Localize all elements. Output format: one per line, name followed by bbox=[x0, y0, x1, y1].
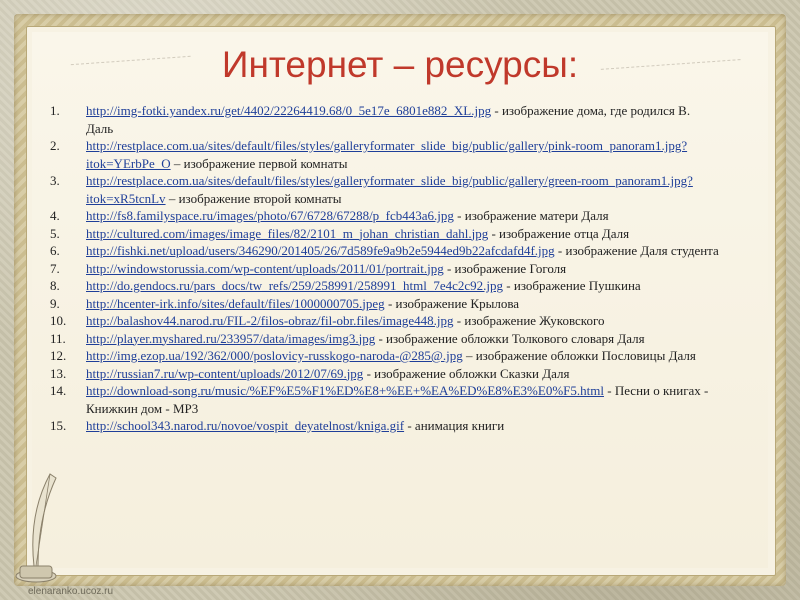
resource-link[interactable]: http://windowstorussia.com/wp-content/up… bbox=[86, 261, 444, 276]
resource-link[interactable]: http://player.myshared.ru/233957/data/im… bbox=[86, 331, 375, 346]
resource-description: – изображение обложки Пословицы Даля bbox=[462, 348, 696, 363]
list-number: 10. bbox=[50, 313, 67, 328]
list-number: 7. bbox=[50, 260, 60, 276]
resource-link[interactable]: http://do.gendocs.ru/pars_docs/tw_refs/2… bbox=[86, 278, 503, 293]
list-item: 4. http://fs8.familyspace.ru/images/photo… bbox=[50, 207, 720, 225]
list-number: 9. bbox=[50, 295, 60, 311]
list-item: 12. http://img.ezop.ua/192/362/000/poslov… bbox=[50, 347, 720, 365]
list-number: 6. bbox=[50, 243, 60, 258]
list-item: 7. http://windowstorussia.com/wp-content/… bbox=[50, 260, 720, 278]
resource-link[interactable]: http://fs8.familyspace.ru/images/photo/6… bbox=[86, 208, 454, 223]
resource-link[interactable]: http://img.ezop.ua/192/362/000/poslovicy… bbox=[86, 348, 463, 363]
list-item: 15. http://school343.narod.ru/novoe/vospi… bbox=[50, 417, 720, 435]
resource-link[interactable]: http://hcenter-irk.info/sites/default/fi… bbox=[86, 296, 385, 311]
list-number: 13. bbox=[50, 365, 67, 381]
list-number: 11. bbox=[50, 330, 66, 346]
resource-link[interactable]: http://img-fotki.yandex.ru/get/4402/2226… bbox=[86, 103, 491, 118]
footer-credit: elenaranko.ucoz.ru bbox=[28, 586, 114, 597]
resource-description: - изображение Гоголя bbox=[443, 260, 567, 276]
quill-inkwell-icon bbox=[15, 473, 57, 583]
list-item: 6. http://fishki.net/upload/users/346290/… bbox=[50, 242, 720, 260]
resource-description: – изображение первой комнаты bbox=[170, 155, 348, 171]
resource-link[interactable]: http://russian7.ru/wp-content/uploads/20… bbox=[86, 366, 363, 381]
resource-description: – изображение второй комнаты bbox=[165, 190, 342, 206]
list-item: 5. http://cultured.com/images/image_files… bbox=[50, 225, 720, 243]
resource-description: - изображение Жуковского bbox=[453, 313, 605, 328]
resource-link[interactable]: http://cultured.com/images/image_files/8… bbox=[86, 226, 488, 241]
resource-description: - изображение обложки Толкового словаря … bbox=[375, 330, 645, 346]
list-number: 1. bbox=[50, 103, 60, 118]
list-number: 12. bbox=[50, 348, 67, 363]
page-title: Интернет – ресурсы: bbox=[221, 44, 579, 85]
list-number: 5. bbox=[50, 225, 60, 241]
resource-description: - изображение Крылова bbox=[384, 295, 520, 311]
resource-link[interactable]: http://download-song.ru/music/%EF%E5%F1%… bbox=[86, 383, 604, 398]
resource-link[interactable]: http://balashov44.narod.ru/FIL-2/filos-o… bbox=[86, 313, 454, 328]
list-item: 11. http://player.myshared.ru/233957/data… bbox=[50, 330, 720, 348]
list-item: 14. http://download-song.ru/music/%EF%E5%… bbox=[50, 382, 720, 417]
resource-description: - изображение отца Даля bbox=[488, 225, 630, 241]
resource-link[interactable]: http://school343.narod.ru/novoe/vospit_d… bbox=[86, 418, 404, 433]
resource-description: - изображение матери Даля bbox=[453, 208, 609, 223]
list-number: 15. bbox=[50, 418, 67, 433]
list-item: 3. http://restplace.com.ua/sites/default/… bbox=[50, 172, 720, 207]
list-item: 13. http://russian7.ru/wp-content/uploads… bbox=[50, 365, 720, 383]
resource-description: - изображение обложки Сказки Даля bbox=[363, 365, 570, 381]
list-number: 14. bbox=[50, 383, 67, 398]
list-number: 4. bbox=[50, 208, 60, 223]
resource-list: 1. http://img-fotki.yandex.ru/get/4402/22… bbox=[50, 102, 720, 435]
list-number: 2. bbox=[50, 138, 60, 153]
resource-description: - изображение Даля студента bbox=[554, 243, 719, 258]
list-item: 1. http://img-fotki.yandex.ru/get/4402/22… bbox=[50, 102, 720, 137]
resource-link[interactable]: http://fishki.net/upload/users/346290/20… bbox=[86, 243, 555, 258]
list-item: 9. http://hcenter-irk.info/sites/default/… bbox=[50, 295, 720, 313]
list-number: 8. bbox=[50, 278, 60, 293]
list-item: 2. http://restplace.com.ua/sites/default/… bbox=[50, 137, 720, 172]
list-item: 10. http://balashov44.narod.ru/FIL-2/filo… bbox=[50, 312, 720, 330]
list-number: 3. bbox=[50, 173, 60, 188]
resource-description: - анимация книги bbox=[404, 418, 505, 433]
list-item: 8. http://do.gendocs.ru/pars_docs/tw_refs… bbox=[50, 277, 720, 295]
resource-description: - изображение Пушкина bbox=[503, 278, 641, 293]
